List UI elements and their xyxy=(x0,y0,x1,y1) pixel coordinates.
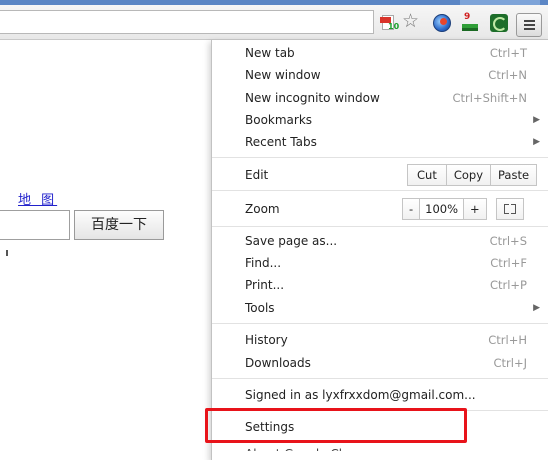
search-button[interactable]: 百度一下 xyxy=(74,210,164,240)
browser-toolbar: 10 ☆ 9 xyxy=(0,5,548,40)
menu-item-label: New window xyxy=(245,68,321,82)
menu-item-label: Tools xyxy=(245,301,275,315)
menu-item-recent-tabs[interactable]: Recent Tabs ▶ xyxy=(212,131,548,153)
search-input[interactable] xyxy=(0,210,70,240)
submenu-arrow-icon: ▶ xyxy=(533,115,540,125)
menu-item-bookmarks[interactable]: Bookmarks ▶ xyxy=(212,109,548,131)
settings-highlight-box xyxy=(205,408,467,443)
zoom-controls: - 100% + xyxy=(402,198,487,220)
copy-button[interactable]: Copy xyxy=(446,165,491,185)
menu-item-shortcut: Ctrl+H xyxy=(488,333,527,347)
menu-item-label: Print... xyxy=(245,278,285,292)
menu-item-label: Save page as... xyxy=(245,234,338,248)
menu-item-new-tab[interactable]: New tab Ctrl+T xyxy=(212,42,548,64)
menu-separator xyxy=(212,378,548,379)
menu-item-downloads[interactable]: Downloads Ctrl+J xyxy=(212,352,548,374)
menu-item-label: New incognito window xyxy=(245,91,380,105)
globe-extension-icon[interactable] xyxy=(433,14,451,32)
menu-item-new-window[interactable]: New window Ctrl+N xyxy=(212,64,548,86)
chrome-menu-button[interactable] xyxy=(516,13,542,37)
menu-item-label: Downloads xyxy=(245,356,311,370)
menu-item-history[interactable]: History Ctrl+H xyxy=(212,329,548,351)
menu-item-signed-in[interactable]: Signed in as lyxfrxxdom@gmail.com... xyxy=(212,384,548,406)
menu-item-label: Zoom xyxy=(245,202,280,216)
menu-item-shortcut: Ctrl+N xyxy=(488,68,527,82)
menu-separator xyxy=(212,226,548,227)
bar-extension-icon[interactable]: 9 xyxy=(461,12,479,32)
pdf-extension-badge: 10 xyxy=(388,22,400,31)
pdf-extension-icon[interactable]: 10 xyxy=(380,14,400,32)
address-bar[interactable] xyxy=(0,10,374,34)
fullscreen-button[interactable] xyxy=(496,198,524,220)
menu-item-label: Signed in as lyxfrxxdom@gmail.com... xyxy=(245,388,476,402)
submenu-arrow-icon: ▶ xyxy=(533,137,540,147)
map-link[interactable]: 地 图 xyxy=(18,189,57,208)
green-extension-icon[interactable] xyxy=(490,14,508,32)
menu-item-tools[interactable]: Tools ▶ xyxy=(212,297,548,319)
menu-item-label: Recent Tabs xyxy=(245,135,317,149)
menu-item-shortcut: Ctrl+S xyxy=(489,234,527,248)
menu-item-shortcut: Ctrl+P xyxy=(489,278,527,292)
zoom-out-button[interactable]: - xyxy=(403,199,421,219)
menu-separator xyxy=(212,190,548,191)
submenu-arrow-icon: ▶ xyxy=(533,303,540,313)
bar-extension-badge: 9 xyxy=(464,12,471,22)
hamburger-menu-icon xyxy=(524,20,535,22)
paste-button[interactable]: Paste xyxy=(491,165,537,185)
menu-item-label: Find... xyxy=(245,256,282,270)
page-edge-mark-left xyxy=(6,250,8,256)
menu-item-shortcut: Ctrl+F xyxy=(490,256,527,270)
bookmark-star-icon[interactable]: ☆ xyxy=(402,12,420,31)
menu-item-label: History xyxy=(245,333,288,347)
menu-separator xyxy=(212,157,548,158)
edit-button-group: Cut Copy Paste xyxy=(407,164,538,186)
chrome-menu: New tab Ctrl+T New window Ctrl+N New inc… xyxy=(211,39,548,460)
menu-item-label: Edit xyxy=(245,168,269,182)
menu-separator xyxy=(212,323,548,324)
menu-item-save-page[interactable]: Save page as... Ctrl+S xyxy=(212,230,548,252)
zoom-in-button[interactable]: + xyxy=(464,199,486,219)
menu-item-shortcut: Ctrl+Shift+N xyxy=(452,91,527,105)
menu-item-shortcut: Ctrl+J xyxy=(493,356,528,370)
menu-item-label: New tab xyxy=(245,46,295,60)
menu-item-about-chrome[interactable]: About Google Chrome xyxy=(245,443,378,451)
zoom-level: 100% xyxy=(420,199,465,219)
menu-item-shortcut: Ctrl+T xyxy=(489,46,527,60)
menu-item-find[interactable]: Find... Ctrl+F xyxy=(212,252,548,274)
menu-item-print[interactable]: Print... Ctrl+P xyxy=(212,274,548,296)
cut-button[interactable]: Cut xyxy=(408,165,447,185)
menu-item-label: Bookmarks xyxy=(245,113,313,127)
menu-item-new-incognito-window[interactable]: New incognito window Ctrl+Shift+N xyxy=(212,87,548,109)
